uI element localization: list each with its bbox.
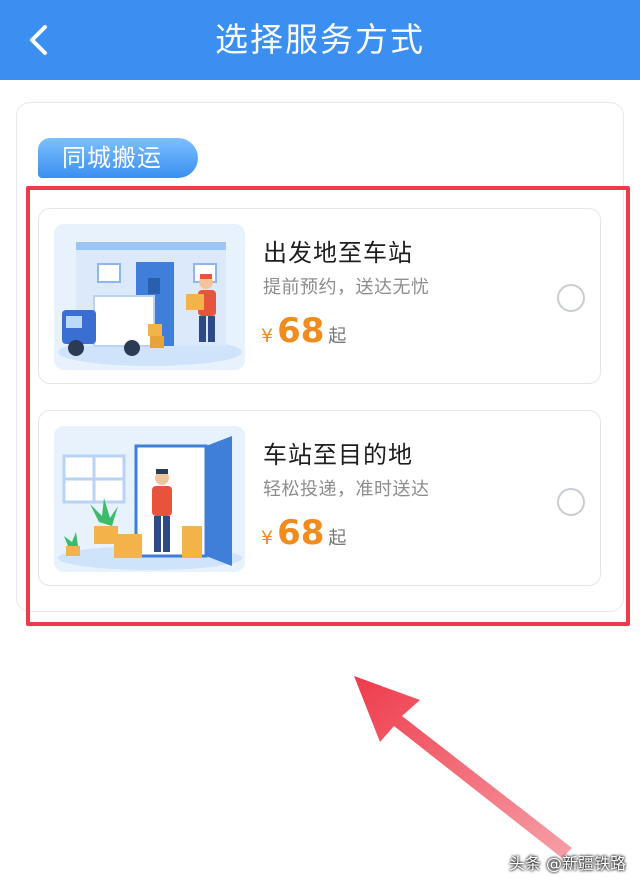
watermark: 头条 @新疆铁路 <box>508 854 626 873</box>
annotation-arrow-icon <box>354 676 572 858</box>
option-title: 车站至目的地 <box>263 441 413 469</box>
service-option-departure-to-station[interactable]: 出发地至车站 提前预约，送达无忧 ¥ 68 起 <box>38 208 601 384</box>
option-price: ¥ 68 起 <box>261 311 346 357</box>
price-amount: 68 <box>277 513 325 553</box>
header-bar: 选择服务方式 <box>0 0 640 80</box>
service-option-station-to-destination[interactable]: 车站至目的地 轻松投递，准时送达 ¥ 68 起 <box>38 410 601 586</box>
page-title: 选择服务方式 <box>215 20 425 59</box>
price-currency: ¥ <box>261 527 274 549</box>
door-delivery-illustration <box>54 426 245 572</box>
option-price: ¥ 68 起 <box>261 513 346 559</box>
option-title: 出发地至车站 <box>263 239 413 267</box>
price-suffix: 起 <box>328 528 347 549</box>
page: 选择服务方式 同城搬运 出发地至车站 提前预约，送达无忧 ¥ 68 起 车站至目… <box>0 0 640 888</box>
option-subtitle: 轻松投递，准时送达 <box>263 479 430 500</box>
moving-truck-illustration <box>54 224 245 370</box>
option-radio[interactable] <box>557 488 585 516</box>
option-subtitle: 提前预约，送达无忧 <box>263 277 430 298</box>
section-badge: 同城搬运 <box>38 138 198 178</box>
price-amount: 68 <box>277 311 325 351</box>
price-currency: ¥ <box>261 325 274 347</box>
price-suffix: 起 <box>328 326 347 347</box>
option-radio[interactable] <box>557 284 585 312</box>
